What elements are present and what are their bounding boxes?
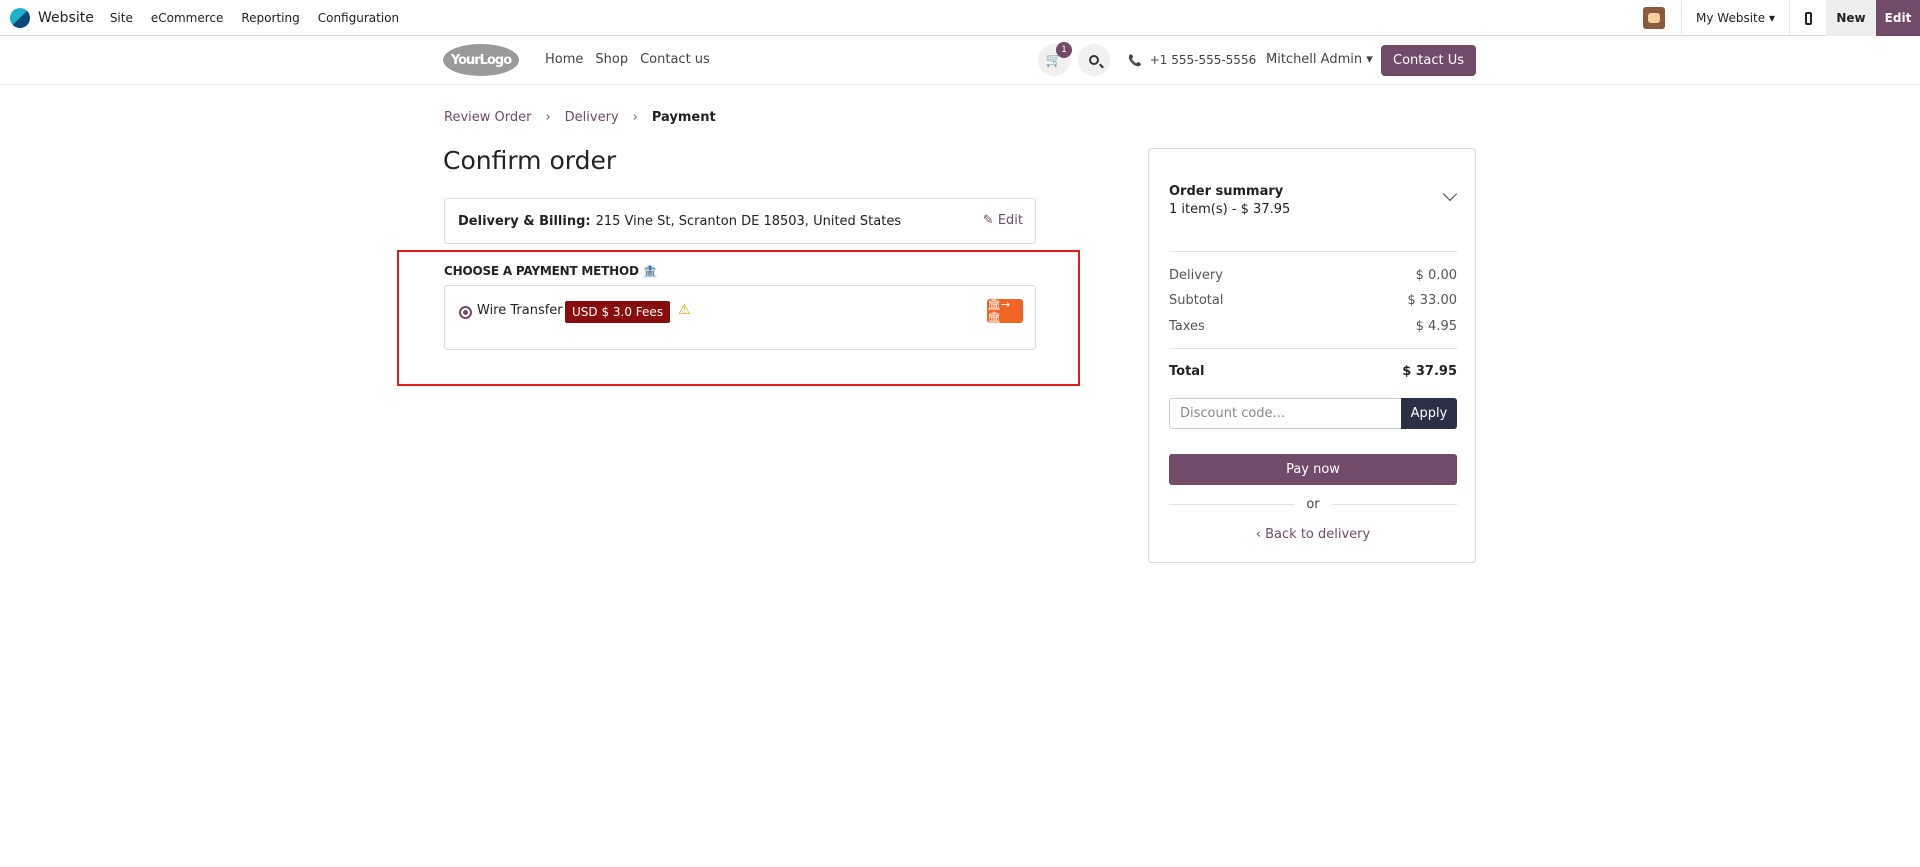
website-header: YourLogo Home Shop Contact us 🛒 1 📞 +1 5… [0, 36, 1920, 85]
main-nav: Home Shop Contact us [545, 52, 722, 67]
breadcrumb-delivery[interactable]: Delivery [565, 110, 619, 125]
summary-label: Subtotal [1169, 293, 1224, 308]
website-selector[interactable]: My Website ▾ [1682, 11, 1789, 25]
contact-us-button[interactable]: Contact Us [1381, 45, 1476, 76]
mobile-preview-button[interactable] [1790, 11, 1826, 25]
website-selector-label: My Website [1696, 11, 1766, 25]
payment-method-radio[interactable] [459, 306, 472, 319]
checkout-breadcrumb: Review Order › Delivery › Payment [444, 110, 716, 125]
divider [1169, 503, 1295, 505]
summary-row-subtotal: Subtotal $ 33.00 [1169, 293, 1457, 308]
summary-value: $ 0.00 [1415, 268, 1457, 283]
payment-method-name: Wire Transfer [477, 303, 563, 318]
divider [1169, 348, 1457, 349]
total-label: Total [1169, 364, 1205, 379]
menu-item-configuration[interactable]: Configuration [318, 11, 399, 25]
order-summary-items: 1 item(s) - $ 37.95 [1169, 202, 1291, 217]
chevron-right-icon: › [545, 110, 551, 125]
address-value: 215 Vine St, Scranton DE 18503, United S… [595, 213, 902, 229]
total-value: $ 37.95 [1402, 364, 1457, 379]
chevron-right-icon: › [632, 110, 638, 125]
user-avatar[interactable] [1643, 7, 1666, 29]
cart-count-badge: 1 [1056, 42, 1072, 58]
user-menu[interactable]: Mitchell Admin ▾ [1266, 52, 1373, 67]
search-icon [1089, 55, 1099, 65]
summary-row-taxes: Taxes $ 4.95 [1169, 319, 1457, 334]
summary-row-delivery: Delivery $ 0.00 [1169, 268, 1457, 283]
app-name: Website [38, 9, 94, 26]
bank-icon: 🏦 [642, 264, 658, 278]
bank-transfer-icon: 🏛→🏛 [987, 298, 1023, 324]
nav-shop[interactable]: Shop [595, 52, 628, 67]
address-card: Delivery & Billing: 215 Vine St, Scranto… [444, 198, 1036, 244]
phone-icon: 📞 [1128, 53, 1142, 67]
edit-address-label: Edit [997, 213, 1023, 228]
app-brand[interactable]: Website [10, 7, 110, 28]
pay-now-button[interactable]: Pay now [1169, 454, 1457, 485]
site-logo[interactable]: YourLogo [443, 44, 519, 76]
apply-discount-button[interactable]: Apply [1401, 398, 1457, 429]
chevron-down-icon[interactable] [1442, 186, 1458, 202]
menu-item-ecommerce[interactable]: eCommerce [151, 11, 224, 25]
new-button[interactable]: New [1826, 0, 1876, 36]
summary-value: $ 33.00 [1407, 293, 1457, 308]
breadcrumb-payment: Payment [651, 110, 716, 125]
or-divider: or [1169, 496, 1457, 512]
discount-form: Apply [1169, 398, 1457, 429]
nav-contact[interactable]: Contact us [640, 52, 710, 67]
menu-item-reporting[interactable]: Reporting [241, 11, 299, 25]
phone-link[interactable]: 📞 +1 555-555-5556 [1128, 53, 1256, 67]
divider [1169, 251, 1457, 252]
menu-item-site[interactable]: Site [110, 11, 133, 25]
chevron-left-icon: ‹ [1255, 527, 1261, 542]
summary-label: Taxes [1169, 319, 1205, 334]
website-app-icon [10, 7, 30, 28]
nav-home[interactable]: Home [545, 52, 583, 67]
top-menu: Site eCommerce Reporting Configuration [110, 11, 417, 25]
summary-value: $ 4.95 [1415, 319, 1457, 334]
fee-badge: USD $ 3.0 Fees [565, 301, 671, 323]
payment-method-option[interactable]: Wire Transfer USD $ 3.0 Fees ⚠ 🏛→🏛 [444, 285, 1036, 350]
discount-code-input[interactable] [1169, 398, 1401, 429]
summary-row-total: Total $ 37.95 [1169, 364, 1457, 379]
page-title: Confirm order [443, 146, 617, 175]
caret-down-icon: ▾ [1768, 11, 1775, 25]
topbar-right: My Website ▾ New Edit [1643, 0, 1920, 36]
admin-topbar: Website Site eCommerce Reporting Configu… [0, 0, 1920, 36]
order-summary-title: Order summary [1169, 184, 1284, 199]
edit-button[interactable]: Edit [1876, 0, 1920, 36]
breadcrumb-review-order[interactable]: Review Order [444, 110, 531, 125]
back-to-delivery-label: Back to delivery [1265, 527, 1371, 542]
search-button[interactable] [1078, 44, 1110, 76]
back-to-delivery-link[interactable]: ‹ Back to delivery [1149, 527, 1477, 542]
or-label: or [1306, 496, 1320, 512]
caret-down-icon: ▾ [1366, 52, 1373, 67]
order-summary-card: Order summary 1 item(s) - $ 37.95 Delive… [1148, 148, 1476, 563]
user-name: Mitchell Admin [1266, 52, 1363, 67]
payment-method-title: CHOOSE A PAYMENT METHOD 🏦 [444, 264, 658, 278]
summary-label: Delivery [1169, 268, 1223, 283]
warning-icon: ⚠ [678, 302, 691, 318]
edit-address-link[interactable]: ✎ Edit [983, 213, 1023, 228]
divider [1331, 503, 1457, 505]
payment-method-title-text: CHOOSE A PAYMENT METHOD [444, 264, 639, 278]
address-label: Delivery & Billing: [458, 213, 591, 229]
phone-number: +1 555-555-5556 [1149, 53, 1257, 67]
mobile-icon [1804, 11, 1812, 25]
pencil-icon: ✎ [982, 213, 994, 228]
